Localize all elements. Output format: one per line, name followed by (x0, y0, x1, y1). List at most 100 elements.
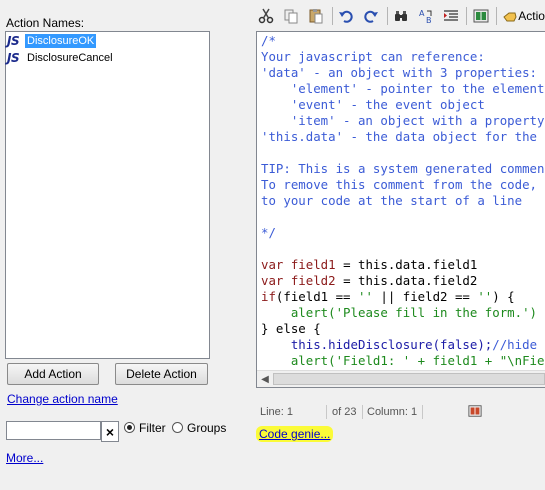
code-token: field2 (290, 273, 336, 288)
code-line: alert('Please fill in the form.') (261, 305, 545, 321)
list-item-label: DisclosureOK (25, 34, 97, 48)
code-token: Your javascript can reference: (261, 49, 485, 64)
code-token: to your code at the start of a line (261, 193, 523, 208)
code-token: 'element' - pointer to the element (261, 81, 545, 96)
code-line: alert('Field1: ' + field1 + "\nField2 (261, 353, 545, 369)
code-token: '' (477, 289, 493, 304)
code-token: 'event' - the event object (261, 97, 485, 112)
code-line: this.hideDisclosure(false);//hide (261, 337, 545, 353)
delete-action-button[interactable]: Delete Action (115, 363, 208, 385)
cut-button[interactable] (256, 5, 277, 27)
code-line: To remove this comment from the code, ad… (261, 177, 545, 193)
code-token: alert('Field1: ' + field1 + "\nField2 (290, 353, 545, 368)
code-line: Your javascript can reference: (261, 49, 545, 65)
code-line: 'element' - pointer to the element (261, 81, 545, 97)
code-token: '' (357, 289, 373, 304)
code-token: if (261, 289, 276, 304)
redo-icon (364, 10, 379, 23)
code-line: 'event' - the event object (261, 97, 545, 113)
indent-button[interactable] (440, 5, 461, 27)
status-separator (326, 405, 327, 419)
code-line: */ (261, 225, 545, 241)
cut-icon (259, 8, 274, 24)
code-token: To remove this comment from the code, ad… (261, 177, 545, 192)
line-count: of 23 (332, 406, 357, 418)
scroll-left-icon[interactable]: ◀ (259, 373, 271, 385)
code-line: } else { (261, 321, 545, 337)
column-number: Column: 1 (367, 406, 418, 418)
clear-filter-button[interactable]: × (101, 421, 119, 442)
action-list[interactable]: JS DisclosureOK JS DisclosureCancel (5, 31, 210, 359)
code-token: alert('Please fill in the form.') (290, 305, 538, 320)
javascript-icon: JS (7, 34, 20, 48)
toolbar-separator (386, 7, 388, 25)
find-icon (395, 11, 408, 21)
code-line: to your code at the start of a line (261, 193, 545, 209)
toolbar-separator (466, 7, 468, 25)
paste-icon (309, 9, 323, 24)
list-item-disclosure-cancel[interactable]: JS DisclosureCancel (7, 50, 208, 66)
add-action-button[interactable]: Add Action (7, 363, 99, 385)
code-token: = this.data.field2 (335, 273, 478, 288)
code-line: if(field1 == '' || field2 == '') { (261, 289, 545, 305)
list-item-disclosure-ok[interactable]: JS DisclosureOK (7, 33, 208, 49)
code-text: /* Your javascript can reference:'data' -… (261, 33, 545, 385)
toolbar-separator (496, 7, 498, 25)
code-token: 'this.data' - the data object for the (261, 129, 538, 144)
close-icon: × (105, 423, 115, 440)
replace-button[interactable]: AB (416, 5, 437, 27)
paste-button[interactable] (306, 5, 327, 27)
undo-button[interactable] (336, 5, 357, 27)
change-action-name-link[interactable]: Change action name (7, 392, 118, 406)
filter-input[interactable] (6, 421, 101, 440)
code-line: 'this.data' - the data object for the (261, 129, 545, 145)
code-genie-link[interactable]: Code genie... (256, 426, 334, 442)
code-token: (field1 == (275, 289, 358, 304)
replace-icon: AB (419, 9, 432, 24)
hand-icon (503, 12, 517, 22)
horizontal-scrollbar[interactable]: ◀ (257, 370, 545, 387)
redo-button[interactable] (361, 5, 382, 27)
code-token: */ (261, 225, 276, 240)
code-line: /* (261, 33, 545, 49)
status-separator (422, 405, 423, 419)
svg-text:B: B (426, 16, 432, 24)
code-line: var field2 = this.data.field2 (261, 273, 545, 289)
toolbar-separator (331, 7, 333, 25)
more-link[interactable]: More... (6, 451, 43, 465)
code-editor[interactable]: /* Your javascript can reference:'data' -… (256, 31, 545, 388)
groups-radio[interactable] (172, 422, 183, 433)
indent-icon (443, 10, 458, 21)
code-token: 'data' - an object with 3 properties: (261, 65, 538, 80)
svg-text:A: A (419, 9, 425, 18)
filter-radio[interactable] (124, 422, 135, 433)
editor-toolbar: AB Actio (256, 4, 545, 28)
code-token: var (261, 257, 291, 272)
code-token: } else { (261, 321, 321, 336)
code-token: /* (261, 33, 276, 48)
line-number: Line: 1 (260, 406, 294, 418)
scroll-thumb[interactable] (273, 373, 545, 385)
code-token: this.hideDisclosure(false); (290, 337, 493, 352)
actions-menu-button[interactable]: Actio (502, 8, 545, 24)
code-token: 'item' - an object with a property (261, 113, 545, 128)
book-icon[interactable] (468, 404, 482, 418)
code-token: //hide (492, 337, 538, 352)
code-line: 'item' - an object with a property (261, 113, 545, 129)
reference-button[interactable] (470, 5, 491, 27)
find-button[interactable] (391, 5, 412, 27)
copy-button[interactable] (281, 5, 302, 27)
code-token: ) { (492, 289, 515, 304)
code-token: field1 (290, 257, 336, 272)
status-separator (362, 405, 363, 419)
code-line: TIP: This is a system generated comment (261, 161, 545, 177)
code-token: TIP: This is a system generated comment (261, 161, 545, 176)
filter-radio-label: Filter (139, 421, 166, 435)
javascript-icon: JS (7, 51, 20, 65)
